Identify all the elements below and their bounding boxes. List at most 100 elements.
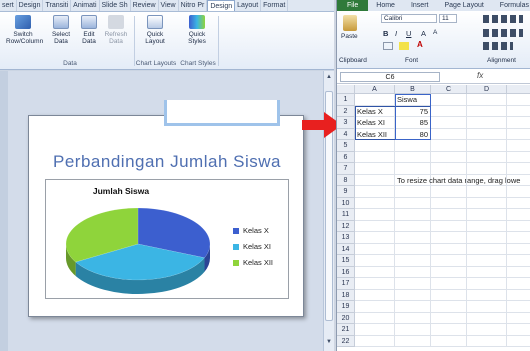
ppt-tab[interactable]: Review [131, 0, 159, 11]
scroll-down-icon[interactable]: ▼ [326, 339, 332, 345]
grid-cell[interactable] [355, 209, 395, 221]
grid-cell[interactable] [431, 278, 467, 290]
grid-cell[interactable] [355, 186, 395, 198]
grid-cell[interactable] [467, 140, 507, 152]
grid-cell[interactable] [467, 186, 507, 198]
shrink-font-button[interactable]: A [433, 29, 437, 36]
grid-cell[interactable]: Kelas X [355, 105, 395, 117]
grid-cell[interactable] [507, 94, 530, 106]
indent-icons[interactable] [483, 42, 513, 50]
grid-cell[interactable] [355, 232, 395, 244]
grid-cell[interactable] [431, 174, 467, 186]
row-header[interactable]: 19 [337, 301, 355, 313]
grid-cell[interactable] [467, 151, 507, 163]
grid-cell[interactable] [431, 94, 467, 106]
italic-button[interactable]: I [395, 29, 397, 38]
grid-cell[interactable] [355, 94, 395, 106]
grid-cell[interactable] [355, 335, 395, 347]
slide[interactable]: Perbandingan Jumlah Siswa Jumlah Siswa K… [28, 115, 304, 317]
edit-data-button[interactable]: Edit Data [78, 15, 100, 45]
grid-cell[interactable] [395, 301, 431, 313]
grid-cell[interactable] [431, 128, 467, 140]
grid-cell[interactable] [395, 289, 431, 301]
grid-cell[interactable] [431, 105, 467, 117]
chart-object[interactable]: Jumlah Siswa Kelas X Kelas XI Kelas XII [45, 179, 289, 299]
grid-cell[interactable] [395, 255, 431, 267]
grid-cell[interactable] [431, 117, 467, 129]
row-header[interactable]: 17 [337, 278, 355, 290]
row-header[interactable]: 15 [337, 255, 355, 267]
grid-cell[interactable] [355, 301, 395, 313]
underline-button[interactable]: U [406, 29, 411, 38]
row-header[interactable]: 2 [337, 105, 355, 117]
grid-cell[interactable] [507, 186, 530, 198]
ppt-tab[interactable]: Design [207, 0, 236, 11]
grid-cell[interactable]: 80 [395, 128, 431, 140]
grow-font-button[interactable]: A [421, 29, 426, 38]
grid-cell[interactable] [355, 289, 395, 301]
column-header[interactable]: A [355, 85, 395, 94]
excel-tab[interactable]: Page Layout [436, 0, 491, 11]
row-header[interactable]: 7 [337, 163, 355, 175]
grid-cell[interactable] [507, 232, 530, 244]
select-all-corner[interactable] [337, 85, 355, 94]
grid-cell[interactable] [467, 255, 507, 267]
grid-cell[interactable] [431, 324, 467, 336]
select-data-button[interactable]: Select Data [50, 15, 72, 45]
grid-cell[interactable] [355, 312, 395, 324]
grid-cell[interactable] [431, 220, 467, 232]
name-box[interactable]: C6 [340, 72, 440, 82]
column-header[interactable]: B [395, 85, 431, 94]
grid-cell[interactable] [507, 278, 530, 290]
grid-cell[interactable] [395, 232, 431, 244]
grid-cell[interactable] [431, 186, 467, 198]
grid-cell[interactable] [395, 266, 431, 278]
grid-cell[interactable] [355, 174, 395, 186]
grid-cell[interactable] [507, 324, 530, 336]
grid-cell[interactable] [507, 209, 530, 221]
grid-cell[interactable] [467, 220, 507, 232]
grid-cell[interactable] [431, 243, 467, 255]
grid-cell[interactable] [395, 186, 431, 198]
selected-shape[interactable] [164, 100, 280, 126]
grid-cell[interactable] [431, 301, 467, 313]
grid-cell[interactable] [355, 140, 395, 152]
column-header[interactable]: D [467, 85, 507, 94]
grid-cell[interactable] [507, 106, 530, 117]
slide-title[interactable]: Perbandingan Jumlah Siswa [29, 152, 305, 172]
row-header[interactable]: 1 [337, 94, 355, 106]
grid-cell[interactable] [467, 312, 507, 324]
grid-cell[interactable] [355, 163, 395, 175]
grid-cell[interactable] [431, 312, 467, 324]
grid-cell[interactable] [467, 163, 507, 175]
grid-cell[interactable] [431, 151, 467, 163]
grid-cell[interactable] [507, 163, 530, 175]
grid-cell[interactable] [431, 266, 467, 278]
grid-cell[interactable] [355, 151, 395, 163]
grid-cell[interactable] [507, 221, 530, 232]
excel-tab[interactable]: Insert [403, 0, 437, 11]
grid-cell[interactable] [355, 243, 395, 255]
align-center-icons[interactable] [483, 29, 523, 37]
grid-cell[interactable] [507, 255, 530, 267]
grid-cell[interactable] [467, 117, 507, 129]
grid-cell[interactable] [431, 255, 467, 267]
grid-cell[interactable] [355, 278, 395, 290]
ppt-tab[interactable]: Slide Sh [100, 0, 131, 11]
grid-cell[interactable] [507, 152, 530, 163]
grid-cell[interactable] [467, 128, 507, 140]
grid-cell[interactable] [431, 163, 467, 175]
grid-cell[interactable] [507, 129, 530, 140]
ppt-tab[interactable]: Animati [71, 0, 100, 11]
font-name-select[interactable]: Calibri [381, 14, 437, 23]
ppt-tab[interactable]: Layout [235, 0, 262, 11]
grid-cell[interactable]: 75 [395, 105, 431, 117]
grid-cell[interactable] [395, 243, 431, 255]
grid-cell[interactable] [467, 266, 507, 278]
fill-color-icon[interactable] [399, 42, 409, 50]
grid-cell[interactable] [507, 244, 530, 255]
grid-cell[interactable] [507, 140, 530, 152]
quick-layout-button[interactable]: Quick Layout [142, 15, 168, 45]
grid-cell[interactable] [355, 220, 395, 232]
grid-cell[interactable] [431, 209, 467, 221]
